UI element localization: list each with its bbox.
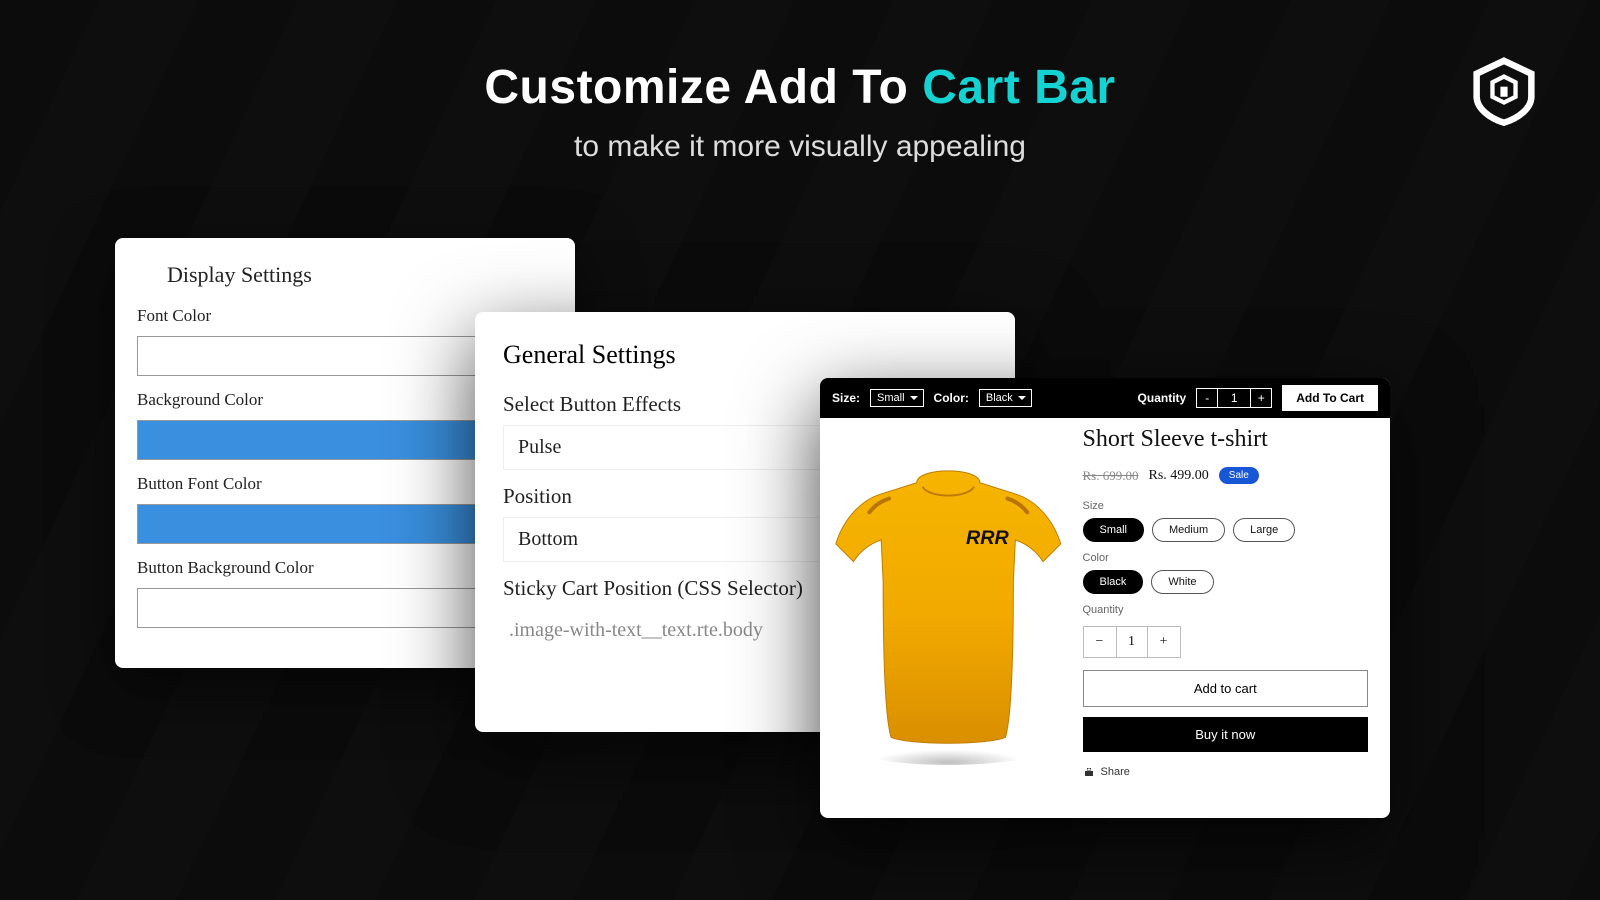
hero-title-pre: Customize Add To <box>484 61 922 114</box>
cartbar-qty-value: 1 <box>1217 389 1251 407</box>
product-preview-panel: Size: Small Color: Black Quantity - 1 + … <box>820 378 1390 818</box>
share-link[interactable]: Share <box>1083 766 1369 778</box>
share-label: Share <box>1101 766 1130 778</box>
svg-text:RRR: RRR <box>966 527 1009 549</box>
size-option-medium[interactable]: Medium <box>1152 518 1225 542</box>
size-option-small[interactable]: Small <box>1083 518 1145 542</box>
color-option-black[interactable]: Black <box>1083 570 1144 594</box>
hero-title: Customize Add To Cart Bar <box>0 60 1600 115</box>
color-option-white[interactable]: White <box>1151 570 1213 594</box>
cartbar-color-label: Color: <box>934 391 969 405</box>
price-old: Rs. 699.00 <box>1083 468 1139 484</box>
product-title: Short Sleeve t-shirt <box>1083 426 1369 453</box>
price-row: Rs. 699.00 Rs. 499.00 Sale <box>1083 467 1369 484</box>
hero-subtitle: to make it more visually appealing <box>0 130 1600 164</box>
product-image: RRR <box>820 418 1077 818</box>
product-qty-stepper: − 1 + <box>1083 626 1181 658</box>
brand-logo-icon <box>1468 55 1540 127</box>
cartbar-qty-stepper: - 1 + <box>1196 388 1272 408</box>
cartbar-qty-plus[interactable]: + <box>1251 389 1271 407</box>
qty-option-label: Quantity <box>1083 604 1369 616</box>
cartbar-size-label: Size: <box>832 391 860 405</box>
product-qty-minus[interactable]: − <box>1084 627 1116 657</box>
cartbar-qty-label: Quantity <box>1138 391 1187 405</box>
size-options: Small Medium Large <box>1083 518 1369 542</box>
buy-now-button[interactable]: Buy it now <box>1083 717 1369 752</box>
product-qty-plus[interactable]: + <box>1148 627 1180 657</box>
add-to-cart-button[interactable]: Add to cart <box>1083 670 1369 707</box>
cartbar-size-select[interactable]: Small <box>870 389 924 407</box>
hero-title-accent: Cart Bar <box>922 61 1115 114</box>
general-settings-heading: General Settings <box>503 340 987 370</box>
cartbar-add-button[interactable]: Add To Cart <box>1282 385 1378 411</box>
sale-badge: Sale <box>1219 467 1259 484</box>
size-option-label: Size <box>1083 500 1369 512</box>
display-settings-heading: Display Settings <box>167 262 553 288</box>
share-icon <box>1083 766 1095 778</box>
size-option-large[interactable]: Large <box>1233 518 1295 542</box>
cartbar-qty-minus[interactable]: - <box>1197 389 1217 407</box>
cartbar-color-select[interactable]: Black <box>979 389 1032 407</box>
price-new: Rs. 499.00 <box>1148 468 1208 484</box>
color-option-label: Color <box>1083 552 1369 564</box>
sticky-cart-bar: Size: Small Color: Black Quantity - 1 + … <box>820 378 1390 418</box>
product-qty-value: 1 <box>1116 627 1148 657</box>
color-options: Black White <box>1083 570 1369 594</box>
